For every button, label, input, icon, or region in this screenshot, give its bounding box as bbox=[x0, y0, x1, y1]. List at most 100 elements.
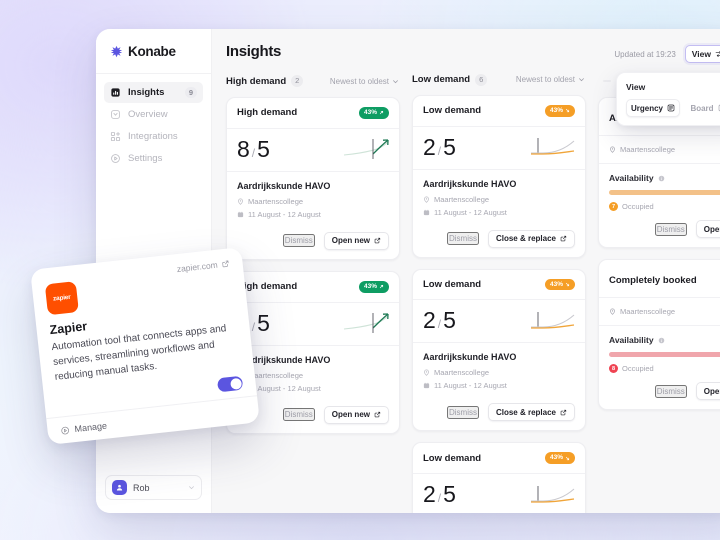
close-replace-button[interactable]: Close & replace bbox=[487, 229, 575, 248]
card-actions: Dismiss Close & replace bbox=[423, 221, 575, 248]
column-sort-control[interactable]: Newest to oldest bbox=[516, 75, 585, 84]
legend-occupied-label: Occupied bbox=[622, 364, 654, 373]
status-badge: 43% bbox=[544, 452, 575, 465]
capacity-card-header: Completely booked bbox=[599, 260, 720, 298]
card-body: Aardrijkskunde HAVO Maartenscollege 11 A… bbox=[413, 170, 585, 257]
card-body: Aardrijkskunde HAVO Maartenscollege 11 A… bbox=[227, 172, 399, 259]
legend-dot-occupied: 7 bbox=[609, 202, 618, 211]
pin-icon bbox=[610, 146, 615, 153]
sidebar-item-label: Integrations bbox=[128, 131, 178, 142]
toggle-knob bbox=[229, 377, 242, 390]
card-metric: 2 / 5 bbox=[413, 474, 585, 513]
overview-icon bbox=[111, 110, 120, 119]
konabe-logo-icon bbox=[110, 45, 123, 57]
insight-card[interactable]: High demand 43% 8 / bbox=[226, 97, 400, 260]
page-title: Insights bbox=[226, 43, 282, 60]
user-menu[interactable]: Rob bbox=[105, 475, 202, 500]
sidebar-item-integrations[interactable]: Integrations bbox=[104, 126, 203, 147]
status-badge: 43% bbox=[544, 278, 575, 291]
open-new-button[interactable]: Open new bbox=[695, 220, 720, 238]
trend-down-icon bbox=[565, 456, 570, 460]
capacity-card-body: Availability 8 Occupied Dismiss Ope bbox=[599, 326, 720, 409]
dismiss-button[interactable]: Dismiss bbox=[446, 232, 479, 246]
dates-row: 11 August - 12 August bbox=[423, 208, 575, 217]
card-title: Low demand bbox=[423, 105, 482, 117]
course-name: Aardrijkskunde HAVO bbox=[423, 178, 517, 189]
card-actions: Dismiss Open new bbox=[237, 397, 389, 424]
info-icon[interactable] bbox=[658, 337, 665, 344]
external-link-icon bbox=[222, 260, 229, 268]
zapier-domain-link[interactable]: zapier.com bbox=[176, 258, 230, 274]
legend-occupied: 8 Occupied bbox=[609, 364, 654, 373]
main-header: Insights Updated at 19:23 View bbox=[212, 29, 720, 63]
metric-total: 5 bbox=[443, 307, 456, 334]
insight-card[interactable]: Low demand 43% 2 / bbox=[412, 94, 586, 258]
dates-text: 11 August - 12 August bbox=[248, 383, 321, 393]
location-text: Maartenscollege bbox=[248, 370, 304, 380]
view-popover-title: View bbox=[626, 82, 646, 92]
location-text: Maartenscollege bbox=[248, 196, 304, 206]
card-title: Low demand bbox=[423, 278, 482, 290]
calendar-icon bbox=[423, 383, 430, 389]
card-metric: 2 / 5 bbox=[413, 300, 585, 344]
close-replace-label: Close & replace bbox=[495, 234, 556, 244]
pin-icon bbox=[424, 369, 429, 377]
open-new-button[interactable]: Open new bbox=[323, 405, 389, 424]
card-actions: Dismiss Open new bbox=[237, 223, 389, 250]
dismiss-button[interactable]: Dismiss bbox=[654, 384, 687, 398]
insight-card[interactable]: Low demand 43% 2 / bbox=[412, 442, 586, 513]
availability-bar bbox=[609, 352, 720, 357]
column-sort-control[interactable]: Newest to oldest bbox=[330, 77, 399, 86]
sidebar-item-badge: 9 bbox=[184, 86, 197, 99]
metric-current: 8 bbox=[237, 135, 250, 162]
status-badge-value: 43% bbox=[363, 109, 377, 116]
user-name: Rob bbox=[133, 482, 150, 493]
view-option-board[interactable]: Board bbox=[682, 99, 720, 117]
availability-bar bbox=[609, 190, 720, 195]
dismiss-button[interactable]: Dismiss bbox=[446, 405, 479, 419]
capacity-card[interactable]: Completely booked Maartenscollege Availa… bbox=[598, 259, 720, 410]
sidebar-item-label: Insights bbox=[128, 87, 165, 98]
zapier-enable-toggle[interactable] bbox=[216, 375, 244, 393]
dismiss-button[interactable]: Dismiss bbox=[654, 222, 687, 236]
view-button[interactable]: View bbox=[684, 45, 720, 63]
zapier-manage-label: Manage bbox=[74, 420, 108, 435]
open-new-button[interactable]: Open new bbox=[323, 231, 389, 250]
trend-down-icon bbox=[565, 282, 570, 286]
dismiss-button[interactable]: Dismiss bbox=[282, 234, 315, 248]
list-view-icon bbox=[667, 104, 675, 112]
zapier-card-body: zapier.com zapier Zapier Automation tool… bbox=[30, 247, 255, 397]
sidebar-item-insights[interactable]: Insights 9 bbox=[104, 82, 203, 103]
metric-current: 2 bbox=[423, 307, 436, 334]
zapier-integration-card[interactable]: zapier.com zapier Zapier Automation tool… bbox=[30, 247, 260, 445]
insight-card[interactable]: Low demand 43% 2 / bbox=[412, 268, 586, 432]
column-low-demand: Low demand 6 Newest to oldest Low demand bbox=[412, 74, 586, 513]
metric-value: 8 / 5 bbox=[237, 135, 270, 163]
view-option-urgency[interactable]: Urgency bbox=[626, 99, 680, 117]
open-new-button[interactable]: Open new bbox=[695, 382, 720, 400]
zapier-logo: zapier bbox=[44, 281, 79, 316]
user-avatar-icon bbox=[116, 484, 123, 491]
location-row: Maartenscollege bbox=[599, 298, 720, 326]
column-count: 6 bbox=[475, 74, 488, 86]
metric-current: 2 bbox=[423, 133, 436, 160]
location-row: Maartenscollege bbox=[237, 371, 389, 380]
card-title: High demand bbox=[237, 281, 298, 293]
close-replace-button[interactable]: Close & replace bbox=[487, 403, 575, 422]
updated-timestamp: Updated at 19:23 bbox=[614, 49, 676, 59]
calendar-icon bbox=[237, 211, 244, 217]
chevron-down-icon bbox=[579, 78, 584, 82]
legend-occupied: 7 Occupied bbox=[609, 202, 654, 211]
sidebar-item-label: Settings bbox=[128, 153, 163, 164]
card-title: Low demand bbox=[423, 452, 482, 464]
dismiss-button[interactable]: Dismiss bbox=[282, 408, 315, 422]
external-link-icon bbox=[560, 235, 567, 242]
status-badge-value: 43% bbox=[549, 280, 563, 288]
availability-label: Availability bbox=[609, 335, 654, 345]
sidebar-item-settings[interactable]: Settings bbox=[104, 148, 203, 169]
pin-icon bbox=[610, 308, 615, 315]
column-count bbox=[603, 80, 611, 82]
column-sort-label: Newest to oldest bbox=[515, 75, 575, 85]
info-icon[interactable] bbox=[658, 175, 665, 182]
sidebar-item-overview[interactable]: Overview bbox=[104, 104, 203, 125]
